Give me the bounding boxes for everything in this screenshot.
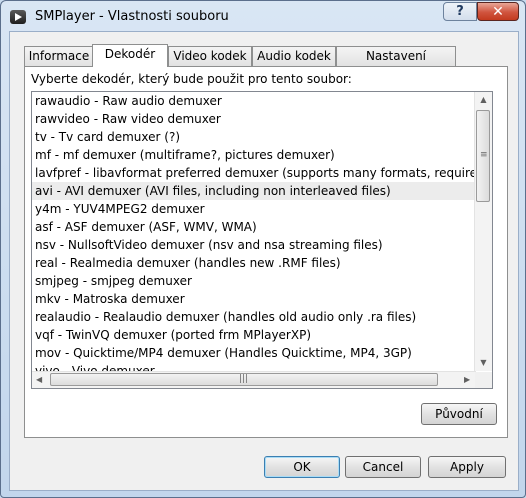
scroll-up-icon[interactable]: ▲ — [475, 95, 492, 104]
tab-video-kodek[interactable]: Video kodek — [168, 46, 252, 66]
list-item[interactable]: y4m - YUV4MPEG2 demuxer — [32, 200, 476, 218]
vertical-scroll-thumb[interactable]: ≡ — [476, 110, 490, 202]
window-title: SMPlayer - Vlastnosti souboru — [35, 9, 229, 24]
smplayer-app-icon — [10, 10, 26, 24]
horizontal-scrollbar[interactable]: ◀ ||| ▶ — [32, 371, 476, 388]
ok-button[interactable]: OK — [264, 456, 340, 478]
tab-dekoder[interactable]: Dekodér — [92, 44, 168, 67]
demuxer-listbox[interactable]: rawaudio - Raw audio demuxer rawvideo - R… — [31, 91, 493, 389]
grip-icon: ||| — [239, 374, 249, 384]
list-item[interactable]: rawaudio - Raw audio demuxer — [32, 92, 476, 110]
list-item[interactable]: lavfpref - libavformat preferred demuxer… — [32, 164, 476, 182]
dialog-body: Informace Dekodér Video kodek Audio kode… — [9, 31, 519, 491]
list-item[interactable]: vqf - TwinVQ demuxer (ported frm MPlayer… — [32, 326, 476, 344]
tab-panel-dekoder: Vyberte dekodér, který bude použit pro t… — [24, 66, 508, 438]
scroll-left-icon[interactable]: ◀ — [36, 375, 42, 384]
vertical-scrollbar[interactable]: ▲ ≡ ▼ — [474, 92, 492, 371]
list-item[interactable]: avi - AVI demuxer (AVI files, including … — [32, 182, 476, 200]
list-item[interactable]: rawvideo - Raw video demuxer — [32, 110, 476, 128]
reset-default-button[interactable]: Původní — [421, 403, 497, 425]
tab-audio-kodek[interactable]: Audio kodek — [252, 46, 336, 66]
close-button[interactable]: ✕ — [477, 2, 519, 21]
demuxer-list[interactable]: rawaudio - Raw audio demuxer rawvideo - R… — [32, 92, 476, 372]
title-bar[interactable]: SMPlayer - Vlastnosti souboru ? ✕ — [1, 1, 525, 31]
scroll-corner — [475, 372, 492, 388]
apply-button[interactable]: Apply — [428, 456, 506, 478]
instruction-label: Vyberte dekodér, který bude použit pro t… — [31, 72, 352, 86]
list-item[interactable]: nsv - NullsoftVideo demuxer (nsv and nsa… — [32, 236, 476, 254]
tab-nastaveni-mplayeru[interactable]: Nastavení MPlayeru — [336, 46, 456, 82]
list-item[interactable]: mov - Quicktime/MP4 demuxer (Handles Qui… — [32, 344, 476, 362]
list-item[interactable]: mkv - Matroska demuxer — [32, 290, 476, 308]
cancel-button[interactable]: Cancel — [345, 456, 421, 478]
list-item[interactable]: real - Realmedia demuxer (handles new .R… — [32, 254, 476, 272]
grip-icon: ≡ — [480, 150, 488, 160]
tab-informace[interactable]: Informace — [24, 46, 94, 66]
scroll-down-icon[interactable]: ▼ — [475, 358, 492, 367]
help-button[interactable]: ? — [443, 2, 477, 21]
list-item[interactable]: realaudio - Realaudio demuxer (handles o… — [32, 308, 476, 326]
scroll-right-icon[interactable]: ▶ — [464, 375, 470, 384]
properties-dialog: SMPlayer - Vlastnosti souboru ? ✕ Inform… — [0, 0, 526, 498]
list-item[interactable]: tv - Tv card demuxer (?) — [32, 128, 476, 146]
list-item[interactable]: mf - mf demuxer (multiframe?, pictures d… — [32, 146, 476, 164]
list-item[interactable]: asf - ASF demuxer (ASF, WMV, WMA) — [32, 218, 476, 236]
list-item[interactable]: smjpeg - smjpeg demuxer — [32, 272, 476, 290]
horizontal-scroll-thumb[interactable]: ||| — [50, 373, 438, 386]
